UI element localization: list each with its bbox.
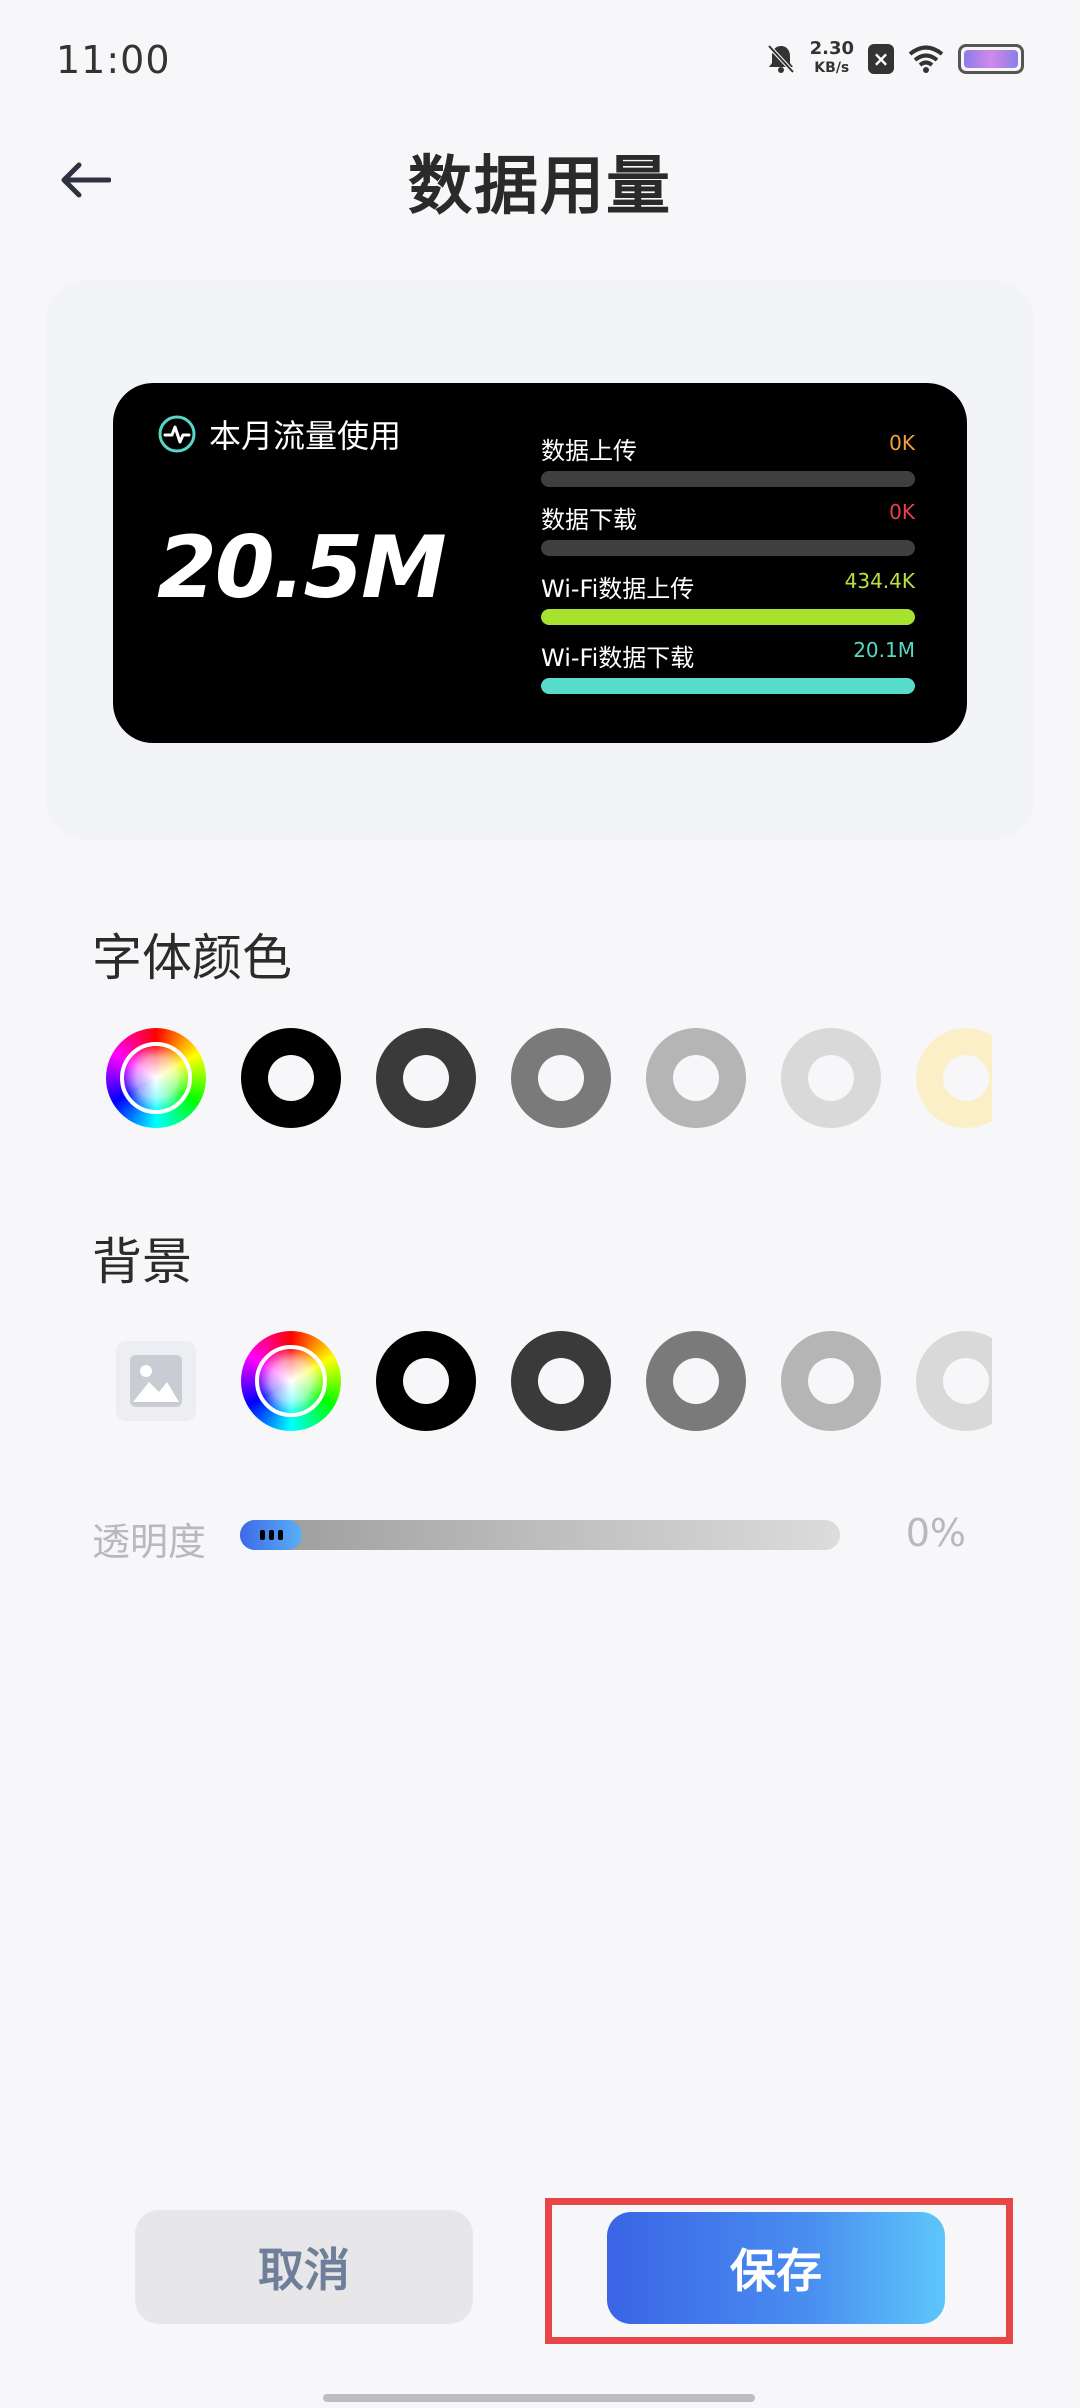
usage-row: 数据下载 0K: [541, 500, 915, 569]
battery-icon: [958, 43, 1024, 74]
status-icons: 2.30 KB/s ×: [766, 40, 1024, 77]
usage-row: 数据上传 0K: [541, 431, 915, 500]
image-icon: [130, 1355, 182, 1407]
usage-value: 434.4K: [844, 569, 915, 593]
font-color-title: 字体颜色: [92, 929, 292, 987]
cancel-button[interactable]: 取消: [135, 2210, 473, 2324]
usage-bar: [541, 540, 915, 556]
widget-header: 本月流量使用: [157, 411, 401, 457]
opacity-label: 透明度: [92, 1520, 207, 1564]
widget-title: 本月流量使用: [209, 417, 402, 455]
usage-row: Wi-Fi数据下载 20.1M: [541, 638, 915, 707]
background-color-swatch[interactable]: [376, 1331, 476, 1431]
opacity-control: 透明度 0%: [92, 1505, 992, 1565]
background-color-swatch[interactable]: [781, 1331, 881, 1431]
widget-total-usage: 20.5M: [157, 518, 447, 618]
home-indicator: [323, 2394, 755, 2402]
usage-bar: [541, 471, 915, 487]
background-swatches: [92, 1331, 992, 1451]
usage-label: 数据上传: [541, 437, 637, 465]
data-usage-widget-preview: 本月流量使用 20.5M 数据上传 0K 数据下载 0K Wi-Fi数据上传 434.4K…: [113, 383, 967, 743]
save-button[interactable]: 保存: [607, 2212, 945, 2324]
usage-bar: [541, 678, 915, 694]
x-box-icon: ×: [868, 43, 894, 74]
usage-label: 数据下载: [541, 506, 637, 534]
usage-bar-fill: [541, 678, 915, 694]
status-bar: 11:00 2.30 KB/s ×: [0, 0, 1080, 125]
color-wheel-icon: [120, 1042, 192, 1114]
font-color-swatch[interactable]: [646, 1028, 746, 1128]
usage-bar-fill: [541, 609, 915, 625]
usage-value: 0K: [889, 431, 915, 455]
background-color-swatch[interactable]: [916, 1331, 992, 1431]
background-rainbow-swatch[interactable]: [241, 1331, 341, 1431]
background-image-button[interactable]: [116, 1341, 196, 1421]
mute-bell-icon: [766, 43, 796, 75]
usage-bar: [541, 609, 915, 625]
usage-value: 20.1M: [853, 638, 915, 662]
font-color-swatch[interactable]: [781, 1028, 881, 1128]
activity-icon: [158, 415, 196, 453]
usage-list: 数据上传 0K 数据下载 0K Wi-Fi数据上传 434.4K Wi-Fi数据下载 20.1…: [541, 431, 915, 707]
font-color-swatch[interactable]: [376, 1028, 476, 1128]
font-color-swatch[interactable]: [916, 1028, 992, 1128]
opacity-slider[interactable]: [240, 1520, 840, 1550]
speed-value: 2.30: [809, 38, 854, 59]
network-speed: 2.30 KB/s: [810, 40, 854, 77]
color-wheel-icon: [255, 1345, 327, 1417]
opacity-value: 0%: [905, 1511, 966, 1555]
font-color-swatch[interactable]: [511, 1028, 611, 1128]
header: 数据用量: [0, 125, 1080, 265]
speed-unit: KB/s: [814, 60, 850, 76]
background-title: 背景: [92, 1233, 192, 1291]
background-color-swatch[interactable]: [511, 1331, 611, 1431]
page-title: 数据用量: [408, 150, 672, 224]
status-time: 11:00: [56, 38, 171, 82]
font-color-swatch[interactable]: [241, 1028, 341, 1128]
font-color-swatches: [92, 1028, 992, 1148]
usage-value: 0K: [889, 500, 915, 524]
font-rainbow-swatch[interactable]: [106, 1028, 206, 1128]
opacity-slider-thumb[interactable]: [240, 1520, 302, 1550]
usage-label: Wi-Fi数据下载: [541, 644, 695, 672]
wifi-icon: [908, 45, 944, 73]
usage-row: Wi-Fi数据上传 434.4K: [541, 569, 915, 638]
background-color-swatch[interactable]: [646, 1331, 746, 1431]
usage-label: Wi-Fi数据上传: [541, 575, 695, 603]
